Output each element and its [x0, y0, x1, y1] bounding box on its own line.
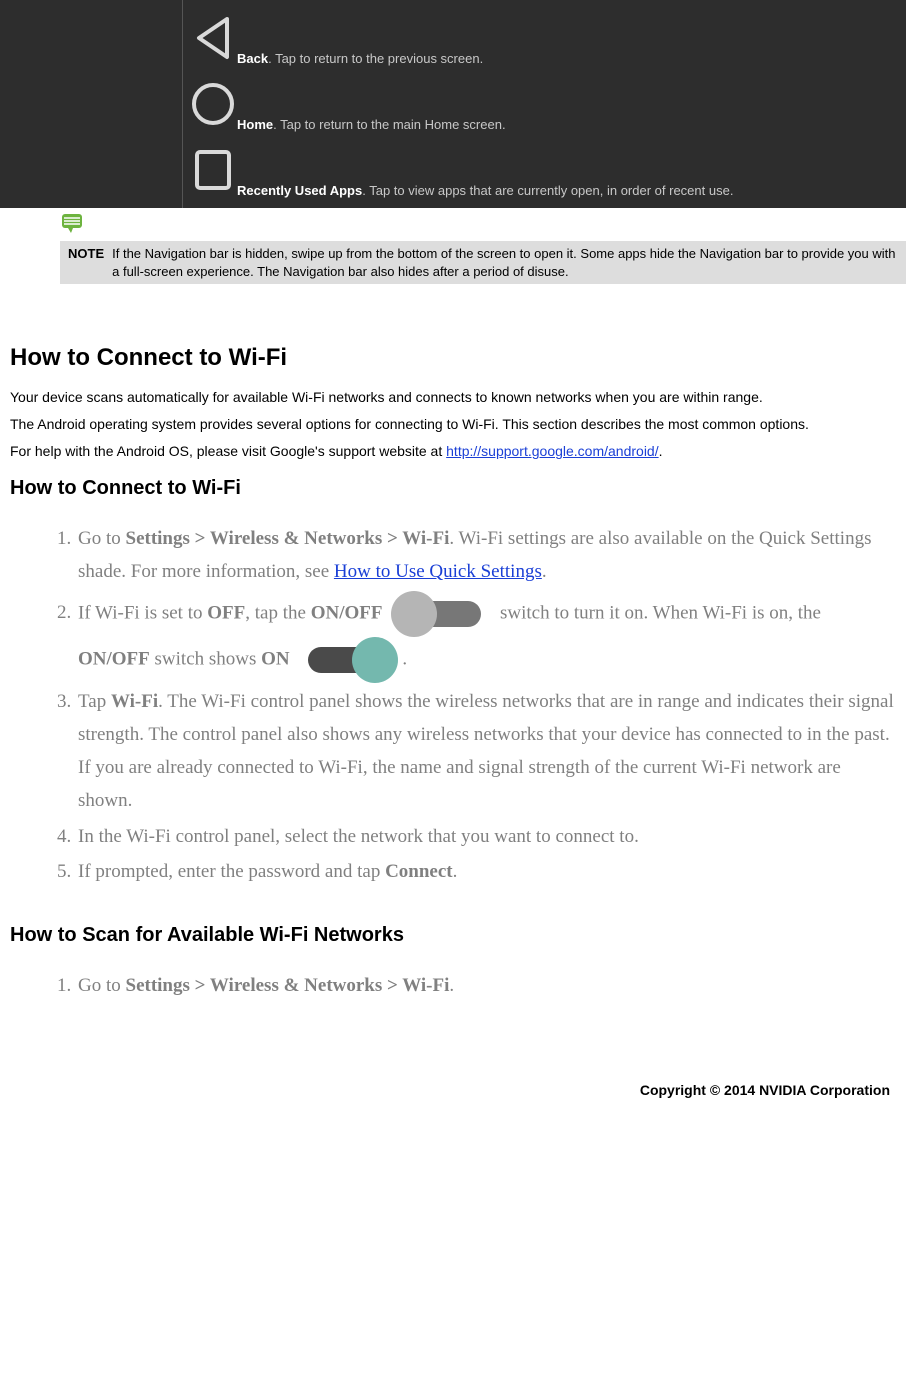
- wifi-heading: How to Connect to Wi-Fi: [10, 342, 896, 374]
- copyright: Copyright © 2014 NVIDIA Corporation: [0, 1022, 906, 1118]
- note-text: If the Navigation bar is hidden, swipe u…: [112, 245, 898, 280]
- note-block: NOTE If the Navigation bar is hidden, sw…: [60, 241, 906, 284]
- wifi-step-5: If prompted, enter the password and tap …: [76, 855, 896, 888]
- nav-back-text: Back. Tap to return to the previous scre…: [237, 50, 483, 68]
- recent-apps-icon: [189, 140, 237, 200]
- nav-home-text: Home. Tap to return to the main Home scr…: [237, 116, 506, 134]
- dark-left-spacer: [0, 0, 183, 208]
- wifi-step-2: If Wi-Fi is set to OFF, tap the ON/OFF s…: [76, 591, 896, 683]
- wifi-step-3: Tap Wi-Fi. The Wi-Fi control panel shows…: [76, 685, 896, 818]
- back-icon: [189, 8, 237, 68]
- wifi-p3: For help with the Android OS, please vis…: [10, 442, 896, 461]
- nav-descriptions: Back. Tap to return to the previous scre…: [183, 0, 906, 208]
- scan-steps: Go to Settings > Wireless & Networks > W…: [10, 969, 896, 1002]
- document-content: How to Connect to Wi-Fi Your device scan…: [0, 284, 906, 1022]
- wifi-p1: Your device scans automatically for avai…: [10, 388, 896, 407]
- wifi-step-4: In the Wi-Fi control panel, select the n…: [76, 820, 896, 853]
- nav-recent-text: Recently Used Apps. Tap to view apps tha…: [237, 182, 733, 200]
- nav-row-back: Back. Tap to return to the previous scre…: [189, 8, 900, 68]
- scan-heading: How to Scan for Available Wi-Fi Networks: [10, 922, 896, 949]
- nav-bar-panel: Back. Tap to return to the previous scre…: [0, 0, 906, 208]
- note-label: NOTE: [68, 245, 104, 280]
- note-icon: [60, 212, 84, 232]
- home-icon: [189, 74, 237, 134]
- note-icon-wrap: [0, 208, 906, 241]
- wifi-p2: The Android operating system provides se…: [10, 415, 896, 434]
- note-body: NOTE If the Navigation bar is hidden, sw…: [60, 241, 906, 284]
- wifi-step-1: Go to Settings > Wireless & Networks > W…: [76, 522, 896, 589]
- scan-step-1: Go to Settings > Wireless & Networks > W…: [76, 969, 896, 1002]
- toggle-on-icon: [298, 637, 398, 683]
- toggle-off-icon: [391, 591, 491, 637]
- nav-row-home: Home. Tap to return to the main Home scr…: [189, 74, 900, 134]
- quick-settings-link[interactable]: How to Use Quick Settings: [334, 561, 542, 582]
- nav-row-recent: Recently Used Apps. Tap to view apps tha…: [189, 140, 900, 200]
- wifi-subheading: How to Connect to Wi-Fi: [10, 475, 896, 502]
- wifi-steps: Go to Settings > Wireless & Networks > W…: [10, 522, 896, 888]
- google-support-link[interactable]: http://support.google.com/android/: [446, 443, 658, 459]
